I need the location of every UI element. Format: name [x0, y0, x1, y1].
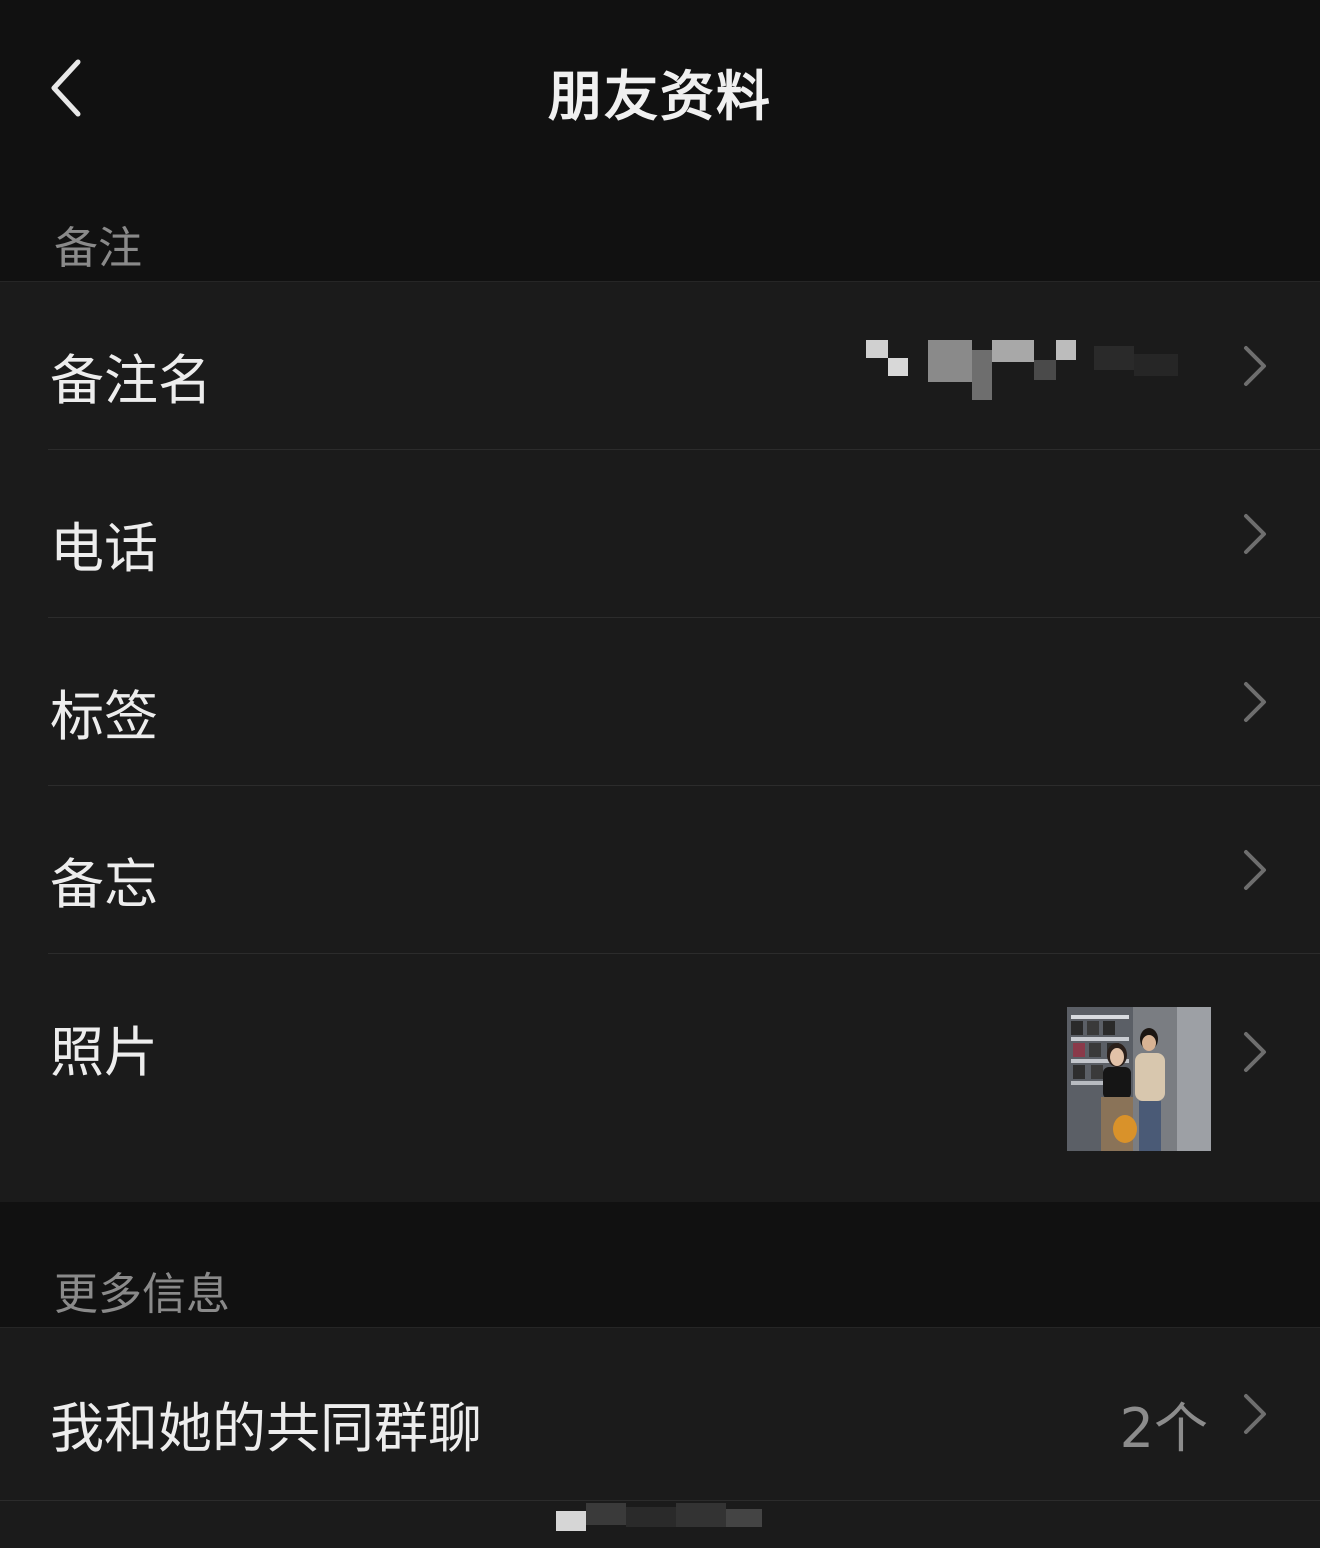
next-row-partial	[0, 1500, 1320, 1548]
section-label-more-info: 更多信息	[54, 1269, 230, 1320]
row-label: 我和她的共同群聊	[50, 1397, 482, 1460]
chevron-right-icon	[1244, 850, 1266, 890]
obscured-remark-value	[866, 340, 1178, 400]
row-common-groups[interactable]: 我和她的共同群聊 2个	[0, 1328, 1320, 1500]
row-label: 备注名	[50, 349, 212, 412]
row-label: 备忘	[50, 853, 158, 916]
common-groups-count: 2个	[1119, 1397, 1208, 1460]
remark-group: 备注名 电话 标签 备忘 照片	[0, 281, 1320, 1202]
row-memo[interactable]: 备忘	[0, 786, 1320, 954]
chevron-right-icon	[1244, 346, 1266, 386]
more-info-group: 我和她的共同群聊 2个	[0, 1327, 1320, 1500]
row-label: 照片	[50, 1021, 158, 1084]
row-photos[interactable]: 照片	[0, 954, 1320, 1202]
photo-thumbnail[interactable]	[1067, 1007, 1211, 1151]
row-label: 电话	[50, 517, 158, 580]
obscured-watermark	[556, 1503, 762, 1531]
page-title: 朋友资料	[548, 65, 772, 128]
section-label-remark: 备注	[54, 223, 142, 274]
row-label: 标签	[50, 685, 158, 748]
chevron-right-icon	[1244, 1032, 1266, 1072]
chevron-right-icon	[1244, 514, 1266, 554]
chevron-right-icon	[1244, 1394, 1266, 1434]
row-remark-name[interactable]: 备注名	[0, 282, 1320, 450]
photo-image	[1067, 1007, 1211, 1151]
chevron-right-icon	[1244, 682, 1266, 722]
navigation-bar: 朋友资料	[0, 0, 1320, 180]
row-phone[interactable]: 电话	[0, 450, 1320, 618]
row-tags[interactable]: 标签	[0, 618, 1320, 786]
